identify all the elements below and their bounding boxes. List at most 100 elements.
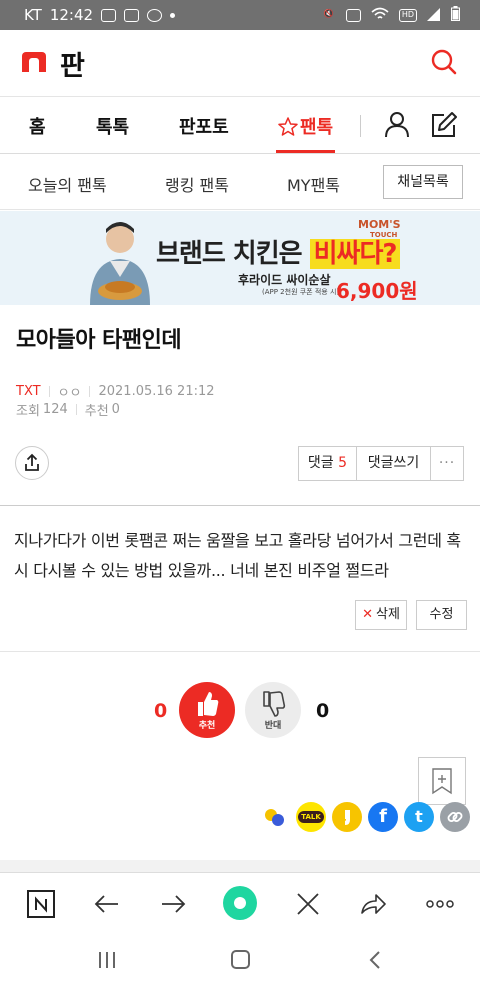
share-button[interactable] <box>15 446 49 480</box>
post-category[interactable]: TXT <box>16 384 41 399</box>
bookmark-button[interactable] <box>418 757 466 805</box>
views-label: 조회 <box>16 404 40 419</box>
share-kakaotalk-button[interactable]: TALK <box>296 802 326 832</box>
post-datetime: 2021.05.16 21:12 <box>98 384 215 399</box>
ad-banner[interactable]: 브랜드 치킨은 비싸다? MOM'S TOUCH 후라이드 싸이순살 (APP … <box>0 211 480 305</box>
more-notifications-icon <box>170 12 176 18</box>
chevron-left-icon <box>369 951 380 969</box>
talk-notification-icon <box>101 8 117 22</box>
share-arrow-icon <box>361 894 386 914</box>
downvote-button[interactable]: 반대 <box>245 682 301 738</box>
ad-coupon-note: (APP 2천원 쿠폰 적용 시) <box>262 288 340 296</box>
write-post-button[interactable] <box>430 111 458 143</box>
green-circle-icon <box>223 886 257 920</box>
subtab-today-fantalk[interactable]: 오늘의 팬톡 <box>28 172 107 196</box>
section-gap <box>0 860 480 872</box>
user-icon <box>385 112 409 138</box>
battery-icon <box>451 6 460 25</box>
post-stats: 조회 124 추천 0 <box>16 400 120 419</box>
band-icon <box>265 809 284 826</box>
back-button[interactable] <box>92 889 122 919</box>
upvote-button[interactable]: 추천 <box>179 682 235 738</box>
image-notification-icon <box>124 8 140 22</box>
delete-label: 삭제 <box>375 607 400 622</box>
delete-x-icon: ✕ <box>362 607 373 622</box>
subtab-ranking-fantalk[interactable]: 랭킹 팬톡 <box>165 172 229 196</box>
nate-n-icon <box>27 890 55 918</box>
post-body: 지나가다가 이번 롯팸콘 쩌는 움짤을 보고 홀라당 넘어가서 그런데 혹시 다… <box>14 531 461 580</box>
hd-icon: HD <box>399 9 417 22</box>
forward-button[interactable] <box>158 889 188 919</box>
ad-brand-line1: MOM'S <box>358 218 401 231</box>
browser-toolbar <box>0 872 480 934</box>
signal-icon <box>427 7 441 25</box>
wifi-icon <box>371 7 389 25</box>
app-notification-icon <box>147 8 163 22</box>
ad-product-name: 후라이드 싸이순살 <box>238 273 331 287</box>
star-icon <box>278 116 298 136</box>
share-twitter-button[interactable]: t <box>404 802 434 832</box>
facebook-icon: f <box>379 806 387 827</box>
copy-link-button[interactable] <box>440 802 470 832</box>
nate-logo-icon[interactable] <box>22 52 46 72</box>
downvote-label: 반대 <box>264 721 282 731</box>
system-nav-bar <box>0 934 480 987</box>
close-icon <box>297 893 319 915</box>
ad-brand-line2: TOUCH <box>370 231 398 239</box>
downvote-count: 0 <box>316 700 330 722</box>
ad-brand-logo: MOM'S TOUCH <box>358 219 401 241</box>
tab-home[interactable]: 홈 <box>29 113 46 139</box>
top-nav: 홈 톡톡 판포토 팬톡 <box>0 96 480 154</box>
more-options-button[interactable]: ··· <box>431 447 463 480</box>
meta-divider <box>89 386 91 397</box>
tab-fantalk-label: 팬톡 <box>300 117 334 138</box>
ad-headline-highlight: 비싸다? <box>309 239 401 269</box>
browser-menu-button[interactable] <box>425 889 455 919</box>
recommend-label: 추천 <box>84 404 109 419</box>
comments-label: 댓글 <box>307 455 334 471</box>
share-upload-icon <box>25 453 39 471</box>
channel-list-button[interactable]: 채널목록 <box>383 165 463 199</box>
sns-share-row: TALK f t <box>260 802 470 832</box>
share-facebook-button[interactable]: f <box>368 802 398 832</box>
sub-nav: 오늘의 팬톡 랭킹 팬톡 MY팬톡 채널목록 <box>0 155 480 210</box>
delete-button[interactable]: ✕ 삭제 <box>355 600 407 630</box>
divider <box>0 505 480 506</box>
more-dots-icon <box>426 900 454 908</box>
recent-apps-icon <box>99 952 115 968</box>
close-button[interactable] <box>293 889 323 919</box>
app-header: 판 <box>0 30 480 96</box>
comments-button[interactable]: 댓글 5 <box>299 447 357 480</box>
search-button[interactable] <box>430 48 458 76</box>
subtab-my-fantalk[interactable]: MY팬톡 <box>287 172 340 196</box>
arrow-left-icon <box>94 895 118 913</box>
nav-divider <box>360 115 361 137</box>
write-comment-button[interactable]: 댓글쓰기 <box>357 447 431 480</box>
home-button[interactable] <box>231 950 250 969</box>
site-logo-text[interactable]: 판 <box>60 44 85 83</box>
system-back-button[interactable] <box>366 950 386 970</box>
post-title: 모아들아 타팬인데 <box>16 328 182 353</box>
nate-home-button[interactable] <box>26 889 56 919</box>
share-band-button[interactable] <box>260 802 290 832</box>
share-kakaostory-button[interactable] <box>332 802 362 832</box>
tab-toktok[interactable]: 톡톡 <box>96 113 129 139</box>
green-dot-button[interactable] <box>222 885 258 921</box>
carrier: KT <box>24 6 42 24</box>
tab-pan-photo[interactable]: 판포토 <box>179 113 229 139</box>
edit-button[interactable]: 수정 <box>416 600 467 630</box>
meta-divider <box>48 386 50 397</box>
alarm-icon <box>346 9 361 22</box>
my-account-button[interactable] <box>384 111 410 143</box>
pencil-edit-icon <box>432 112 457 137</box>
upvote-label: 추천 <box>198 721 216 731</box>
status-bar: KT 12:42 🔇 HD <box>0 0 480 30</box>
bookmark-add-icon <box>432 768 452 795</box>
page-share-button[interactable] <box>358 889 388 919</box>
clock: 12:42 <box>49 6 94 24</box>
tab-fantalk[interactable]: 팬톡 <box>278 113 333 139</box>
ad-price: 6,900원 <box>336 279 418 303</box>
recent-apps-button[interactable] <box>98 951 116 969</box>
active-tab-indicator <box>276 150 335 153</box>
meta-divider <box>75 404 77 415</box>
